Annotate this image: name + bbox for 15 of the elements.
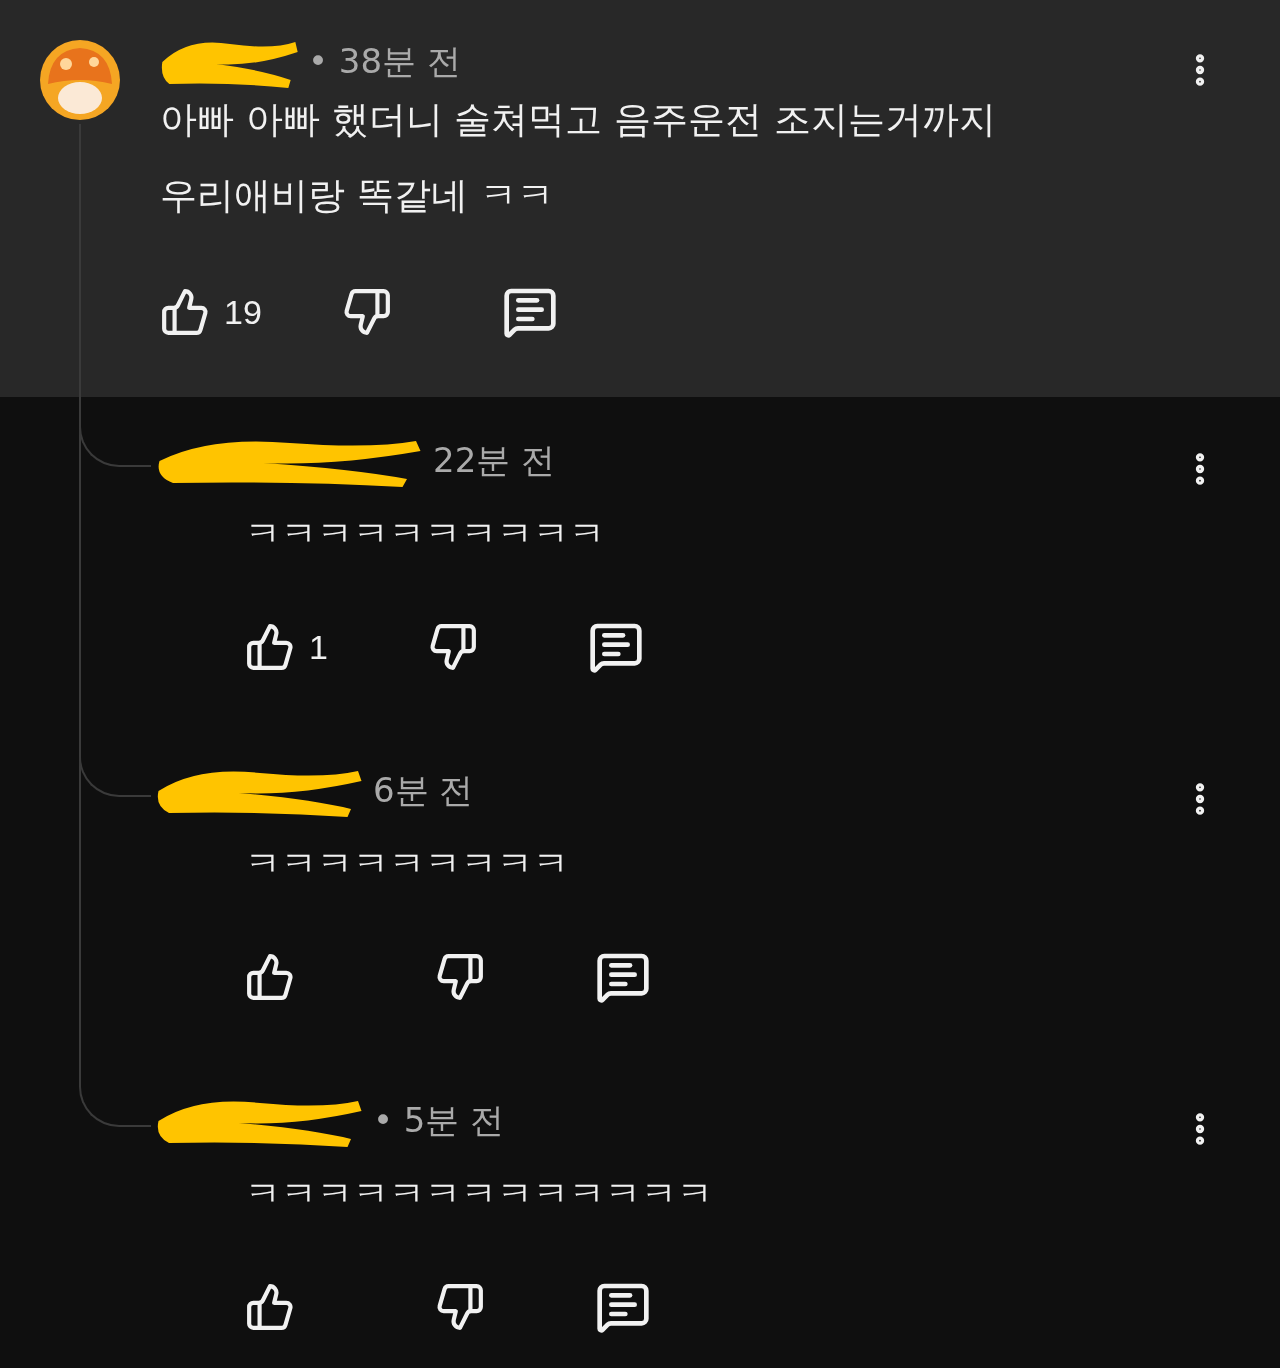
comment-text: 우리애비랑 똑같네 ㅋㅋ bbox=[160, 173, 555, 219]
reply-text: ㅋㅋㅋㅋㅋㅋㅋㅋㅋㅋ bbox=[245, 512, 606, 556]
comment-text: 아빠 아빠 했더니 술쳐먹고 음주운전 조지는거까지 bbox=[160, 97, 997, 143]
reply-text: ㅋㅋㅋㅋㅋㅋㅋㅋㅋㅋㅋㅋㅋ bbox=[245, 1172, 714, 1216]
avatar[interactable] bbox=[40, 40, 120, 120]
like-button[interactable] bbox=[245, 1282, 295, 1332]
reply-time: • 5분 전 bbox=[373, 1099, 505, 1142]
reply-time: 6분 전 bbox=[373, 769, 474, 812]
dislike-button[interactable] bbox=[435, 952, 485, 1002]
reply-time: 22분 전 bbox=[433, 439, 556, 482]
like-button[interactable]: 19 bbox=[160, 287, 262, 337]
comment-time: • 38분 전 bbox=[308, 40, 461, 83]
like-button[interactable] bbox=[245, 952, 295, 1002]
dislike-button[interactable] bbox=[435, 1282, 485, 1332]
reply-text: ㅋㅋㅋㅋㅋㅋㅋㅋㅋ bbox=[245, 842, 570, 886]
